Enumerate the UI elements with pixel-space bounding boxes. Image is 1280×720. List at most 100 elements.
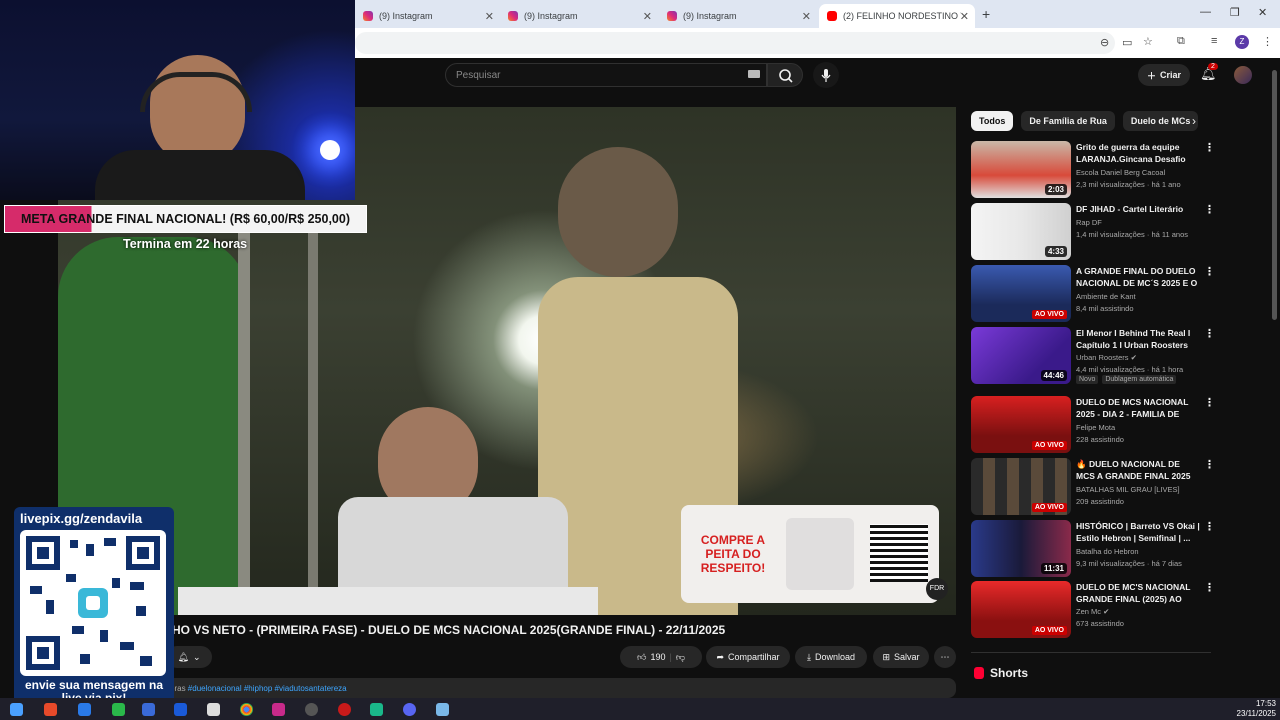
chip-todos[interactable]: Todos <box>971 111 1014 131</box>
profile-avatar[interactable]: Z <box>1235 35 1249 49</box>
recommendation-item[interactable]: AO VIVO DUELO DE MC'S NACIONAL GRANDE FI… <box>971 581 1215 639</box>
extensions-icon[interactable]: ⧉ <box>1177 35 1185 48</box>
recommendation-channel[interactable]: Ambiente de Kant <box>1076 292 1136 301</box>
close-icon[interactable]: ✕ <box>485 10 494 23</box>
video-title: HO VS NETO - (PRIMEIRA FASE) - DUELO DE … <box>172 623 726 637</box>
outlook-icon[interactable] <box>174 703 187 716</box>
app-icon[interactable] <box>370 703 383 716</box>
app-icon[interactable] <box>436 703 449 716</box>
video-thumbnail[interactable]: AO VIVO <box>971 581 1071 638</box>
chip-familia-de-rua[interactable]: De Família de Rua <box>1021 111 1115 131</box>
create-button[interactable]: ＋ Criar <box>1138 64 1190 86</box>
more-options-icon[interactable]: ⋮ <box>1204 581 1215 594</box>
close-window-icon[interactable]: ✕ <box>1258 6 1267 19</box>
recommendation-item[interactable]: 4:33 DF JIHAD - Cartel Literário Rap DF … <box>971 203 1215 261</box>
video-thumbnail[interactable]: 2:03 <box>971 141 1071 198</box>
recommendation-title[interactable]: HISTÓRICO | Barreto VS Okai | Estilo Heb… <box>1076 520 1200 544</box>
account-avatar[interactable] <box>1234 66 1252 84</box>
cast-icon[interactable]: ▭ <box>1122 36 1132 49</box>
recommendation-title[interactable]: DUELO DE MCS NACIONAL 2025 - DIA 2 - FAM… <box>1076 396 1200 420</box>
app-icon[interactable] <box>305 703 318 716</box>
verified-icon: ✔ <box>1130 353 1137 362</box>
app-icon[interactable] <box>44 703 57 716</box>
bookmark-star-icon[interactable]: ☆ <box>1143 35 1153 48</box>
video-thumbnail[interactable]: AO VIVO <box>971 265 1071 322</box>
more-options-icon[interactable]: ⋮ <box>1204 458 1215 471</box>
recommendation-channel[interactable]: Urban Roosters ✔ <box>1076 353 1137 362</box>
recommendation-title[interactable]: 🔥 DUELO NACIONAL DE MCS A GRANDE FINAL 2… <box>1076 458 1200 482</box>
browser-menu-icon[interactable]: ⋮ <box>1262 35 1273 48</box>
more-options-icon[interactable]: ⋮ <box>1204 265 1215 278</box>
app-icon[interactable] <box>112 703 125 716</box>
system-clock[interactable]: 17:53 23/11/2025 <box>1237 699 1276 719</box>
download-button[interactable]: ⤓ Download <box>795 646 867 668</box>
like-dislike-button[interactable]: 👍︎ 190 | 👎︎ <box>620 646 702 668</box>
app-icon[interactable] <box>142 703 155 716</box>
browser-tab[interactable]: (9) Instagram ✕ <box>355 4 500 28</box>
close-icon[interactable]: ✕ <box>802 10 811 23</box>
minimize-icon[interactable]: — <box>1200 6 1211 18</box>
new-tab-button[interactable]: + <box>982 6 990 22</box>
description-box[interactable]: oras #duelonacional #hiphop #viadutosant… <box>160 678 956 698</box>
app-icon[interactable] <box>338 703 351 716</box>
chrome-icon[interactable] <box>240 703 253 716</box>
recommendation-channel[interactable]: Felipe Mota <box>1076 423 1115 432</box>
recommendation-item[interactable]: AO VIVO 🔥 DUELO NACIONAL DE MCS A GRANDE… <box>971 458 1215 516</box>
browser-tab[interactable]: (9) Instagram ✕ <box>659 4 817 28</box>
page-scrollbar[interactable] <box>1272 70 1277 320</box>
chevron-right-icon[interactable]: › <box>1192 114 1196 128</box>
app-icon[interactable] <box>207 703 220 716</box>
more-options-icon[interactable]: ⋮ <box>1204 327 1215 340</box>
start-icon[interactable] <box>10 703 23 716</box>
more-options-icon[interactable]: ⋮ <box>1204 396 1215 409</box>
reading-list-icon[interactable]: ≡ <box>1211 35 1217 47</box>
recommendation-title[interactable]: El Menor I Behind The Real I Capítulo 1 … <box>1076 327 1200 351</box>
recommendation-item[interactable]: AO VIVO A GRANDE FINAL DO DUELO NACIONAL… <box>971 265 1215 323</box>
recommendation-item[interactable]: AO VIVO DUELO DE MCS NACIONAL 2025 - DIA… <box>971 396 1215 454</box>
recommendation-channel[interactable]: BATALHAS MIL GRAU [LIVES] <box>1076 485 1180 494</box>
recommendation-item[interactable]: 11:31 HISTÓRICO | Barreto VS Okai | Esti… <box>971 520 1215 578</box>
more-actions-button[interactable]: ⋯ <box>934 646 956 668</box>
recommendation-item[interactable]: 2:03 Grito de guerra da equipe LARANJA.G… <box>971 141 1215 199</box>
more-options-icon[interactable]: ⋮ <box>1204 203 1215 216</box>
chip-duelo-de-mcs[interactable]: Duelo de MCs <box>1122 111 1199 131</box>
app-icon[interactable] <box>78 703 91 716</box>
thumbs-down-icon[interactable]: 👎︎ <box>676 652 685 663</box>
recommendation-title[interactable]: Grito de guerra da equipe LARANJA.Gincan… <box>1076 141 1200 165</box>
clock-date: 23/11/2025 <box>1236 709 1276 718</box>
video-thumbnail[interactable]: AO VIVO <box>971 396 1071 453</box>
recommendation-title[interactable]: DUELO DE MC'S NACIONAL GRANDE FINAL (202… <box>1076 581 1200 605</box>
save-button[interactable]: ⊞ Salvar <box>873 646 929 668</box>
close-icon[interactable]: ✕ <box>960 10 969 23</box>
more-options-icon[interactable]: ⋮ <box>1204 520 1215 533</box>
voice-search-button[interactable] <box>813 62 839 88</box>
youtube-icon <box>827 11 837 21</box>
recommendation-item[interactable]: 44:46 El Menor I Behind The Real I Capít… <box>971 327 1215 385</box>
share-button[interactable]: ➦ Compartilhar <box>706 646 790 668</box>
recommendation-channel[interactable]: Zen Mc ✔ <box>1076 607 1109 616</box>
search-input[interactable]: Pesquisar <box>445 63 767 87</box>
recommendation-channel[interactable]: Escola Daniel Berg Cacoal <box>1076 168 1165 177</box>
discord-icon[interactable] <box>403 703 416 716</box>
shorts-section-header[interactable]: Shorts <box>974 666 1028 680</box>
url-field[interactable] <box>355 32 1115 54</box>
keyboard-icon[interactable] <box>748 70 760 78</box>
recommendation-title[interactable]: A GRANDE FINAL DO DUELO NACIONAL DE MC´S… <box>1076 265 1200 289</box>
tab-label: (9) Instagram <box>524 11 578 21</box>
recommendation-channel[interactable]: Rap DF <box>1076 218 1102 227</box>
browser-tab-active[interactable]: (2) FELINHO NORDESTINO VS N ✕ <box>819 4 975 28</box>
video-thumbnail[interactable]: AO VIVO <box>971 458 1071 515</box>
restore-icon[interactable]: ❐ <box>1230 6 1240 19</box>
video-thumbnail[interactable]: 44:46 <box>971 327 1071 384</box>
recommendation-title[interactable]: DF JIHAD - Cartel Literário <box>1076 203 1200 215</box>
app-icon[interactable] <box>272 703 285 716</box>
browser-tab[interactable]: (9) Instagram ✕ <box>500 4 658 28</box>
zoom-icon[interactable]: ⊖ <box>1100 36 1109 49</box>
close-icon[interactable]: ✕ <box>643 10 652 23</box>
video-thumbnail[interactable]: 11:31 <box>971 520 1071 577</box>
description-tags[interactable]: #duelonacional #hiphop #viadutosantatere… <box>188 684 347 693</box>
video-thumbnail[interactable]: 4:33 <box>971 203 1071 260</box>
recommendation-channel[interactable]: Batalha do Hebron <box>1076 547 1139 556</box>
search-button[interactable] <box>767 63 803 87</box>
more-options-icon[interactable]: ⋮ <box>1204 141 1215 154</box>
